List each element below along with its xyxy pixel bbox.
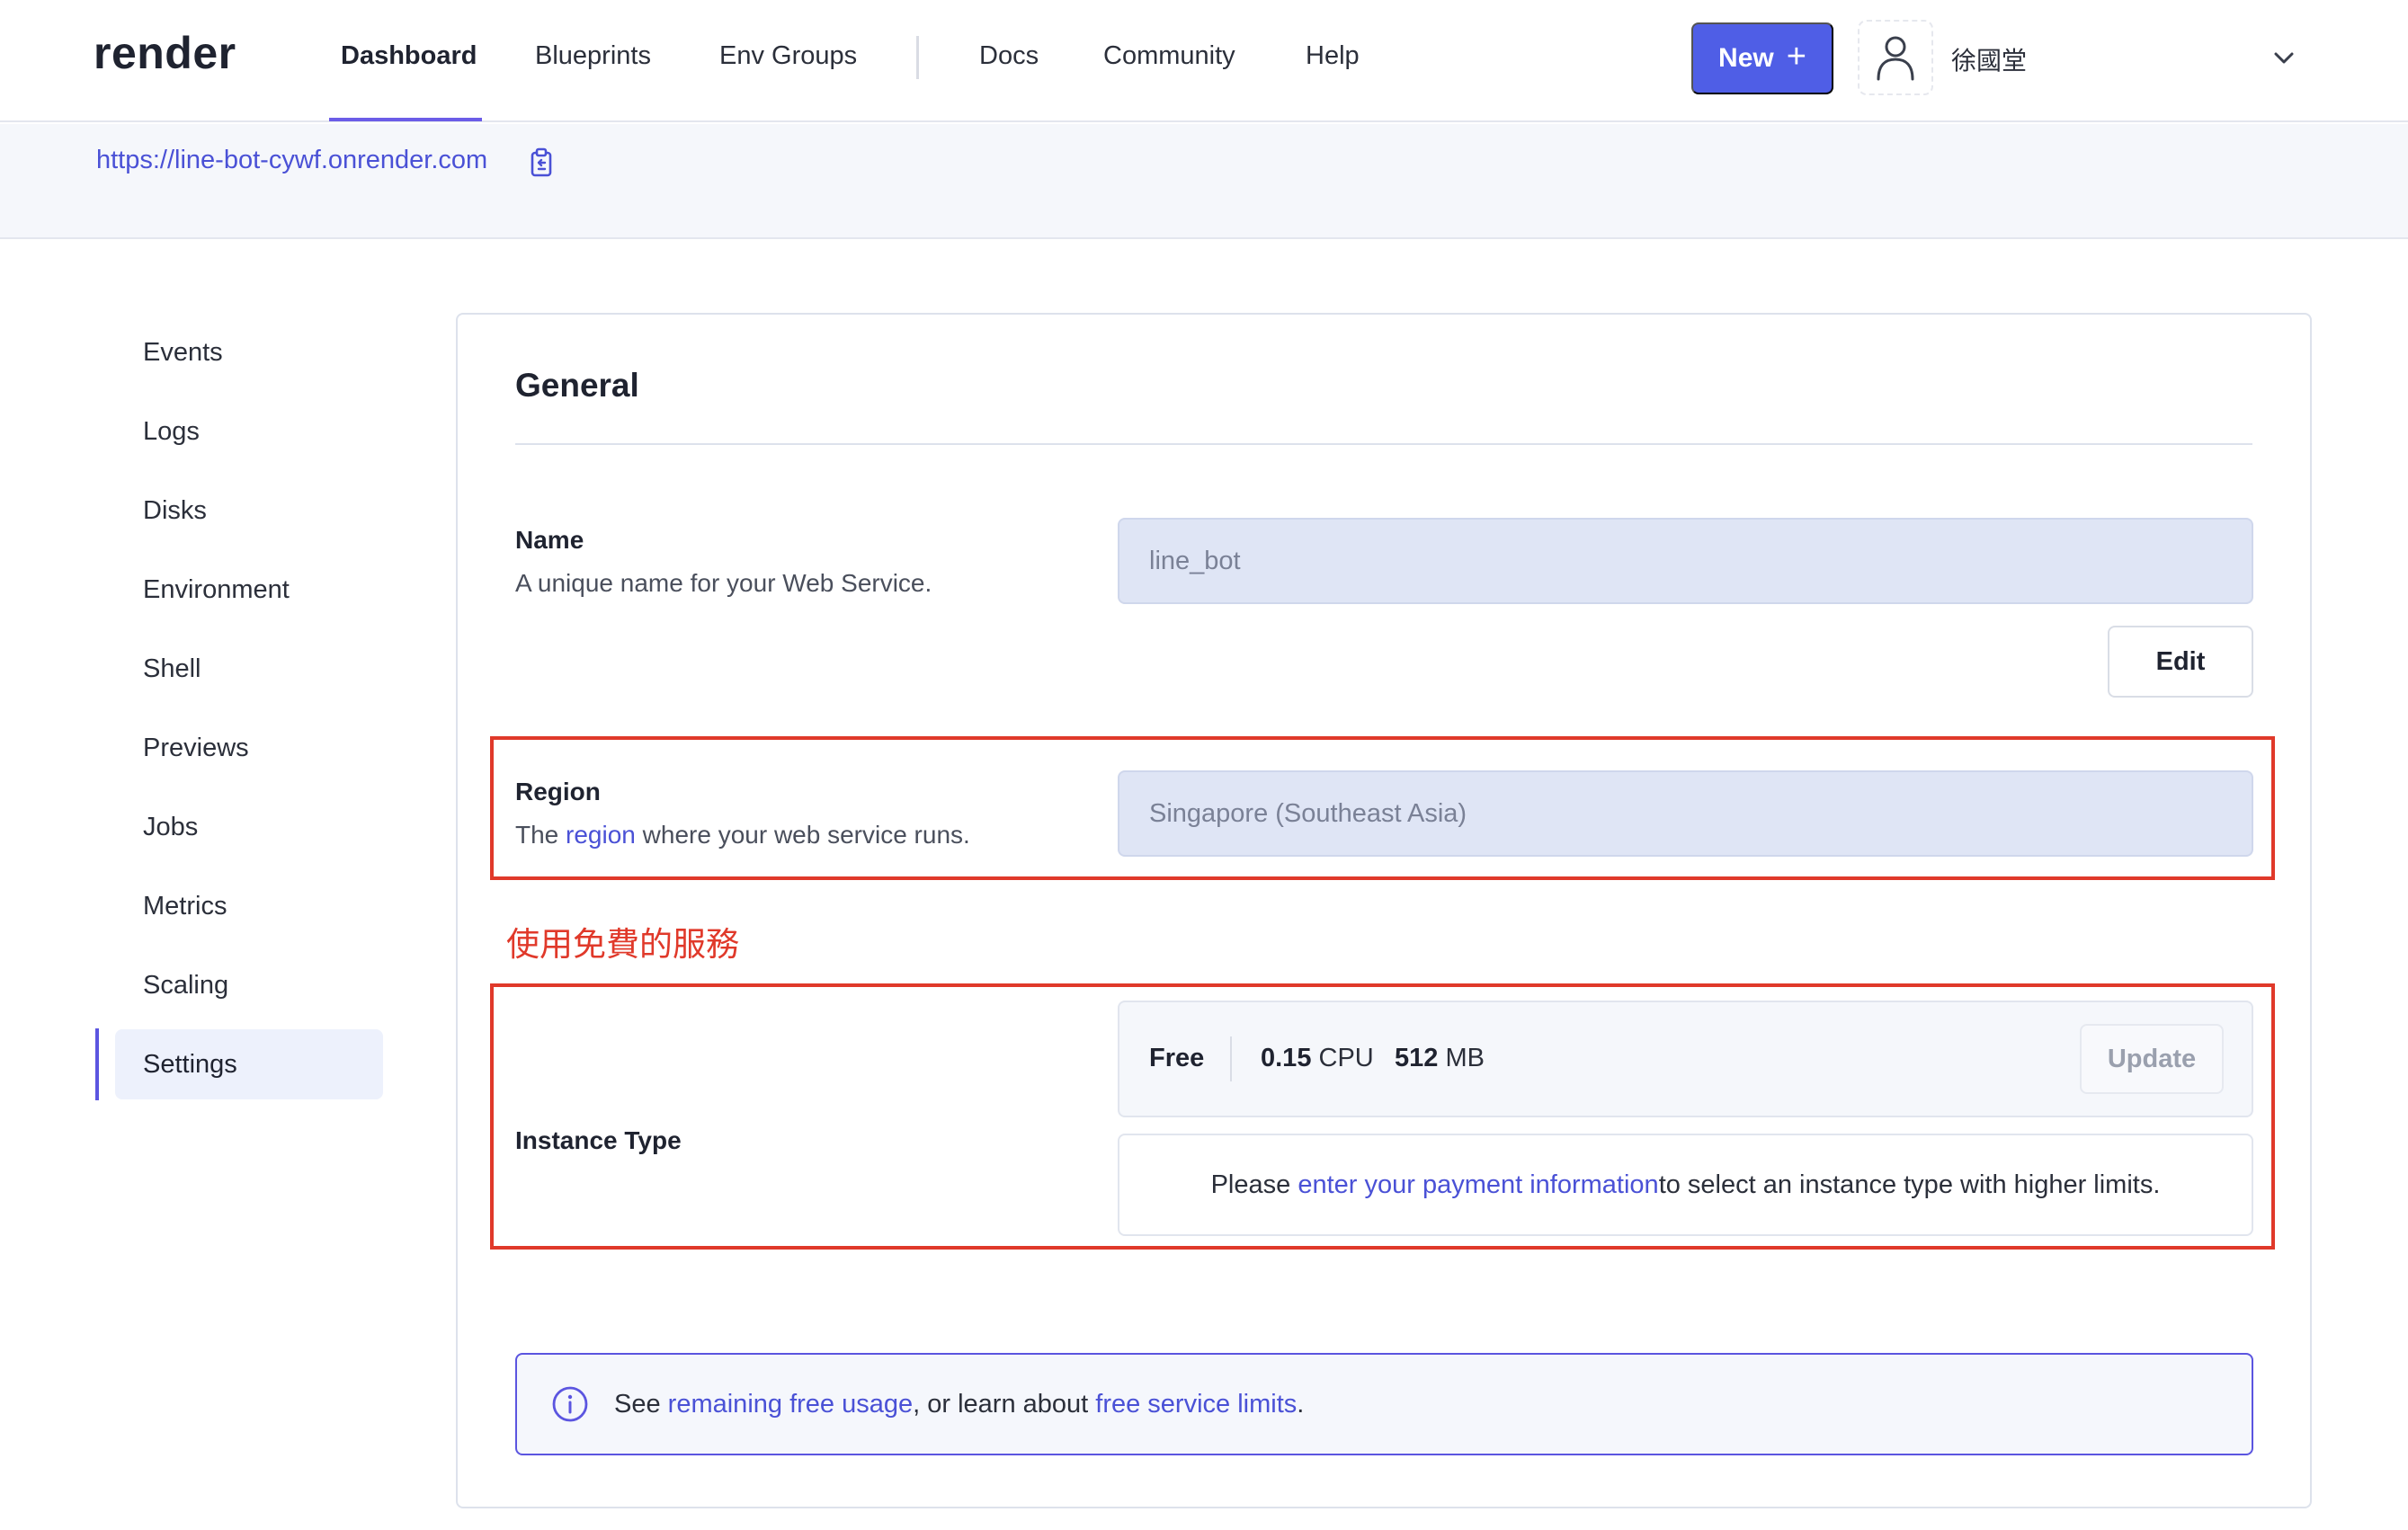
service-url-link[interactable]: https://line-bot-cywf.onrender.com [96,146,487,175]
name-field[interactable]: line_bot [1118,518,2253,604]
memory-value: 512 [1395,1044,1439,1072]
sidebar-item-metrics[interactable]: Metrics [115,871,383,941]
region-help-suffix: where your web service runs. [635,821,970,849]
section-divider [515,443,2252,445]
info-icon [552,1386,588,1422]
payment-suffix: to select an instance type with higher l… [1658,1170,2161,1199]
cpu-unit: CPU [1318,1044,1374,1072]
sidebar-item-scaling[interactable]: Scaling [115,950,383,1020]
free-service-limits-link[interactable]: free service limits [1095,1390,1297,1419]
chevron-down-icon[interactable] [2271,45,2297,70]
cpu-spec: 0.15 CPU [1261,1044,1374,1073]
sidebar-active-indicator [95,1028,99,1100]
free-usage-info: See remaining free usage, or learn about… [515,1353,2253,1455]
memory-unit: MB [1445,1044,1485,1072]
sidebar-item-settings[interactable]: Settings [115,1029,383,1099]
region-link[interactable]: region [566,821,636,849]
sidebar-item-logs[interactable]: Logs [115,396,383,467]
top-nav: render Dashboard Blueprints Env Groups D… [0,0,2408,122]
nav-link-docs[interactable]: Docs [979,41,1039,71]
sidebar-item-disks[interactable]: Disks [115,476,383,546]
nav-link-community[interactable]: Community [1103,41,1235,71]
edit-name-button[interactable]: Edit [2108,626,2253,698]
info-prefix: See [614,1389,661,1419]
nav-link-env-groups[interactable]: Env Groups [719,41,857,71]
nav-active-indicator [329,118,482,121]
plus-icon: + [1786,38,1806,76]
instance-type-card: Free 0.15 CPU 512 MB Update [1118,1001,2253,1117]
sidebar-item-events[interactable]: Events [115,317,383,387]
region-help: The region where your web service runs. [515,821,970,850]
nav-divider [916,36,919,79]
cpu-value: 0.15 [1261,1044,1312,1072]
sidebar-item-shell[interactable]: Shell [115,634,383,704]
remaining-free-usage-link[interactable]: remaining free usage [668,1390,913,1419]
region-field: Singapore (Southeast Asia) [1118,770,2253,857]
info-middle: , or learn about [913,1389,1089,1419]
sidebar-item-environment[interactable]: Environment [115,555,383,625]
section-title: General [515,367,639,404]
new-button[interactable]: New + [1691,22,1833,94]
new-button-label: New [1718,43,1774,73]
avatar[interactable] [1858,20,1933,95]
payment-info-link[interactable]: enter your payment information [1298,1170,1658,1200]
name-help: A unique name for your Web Service. [515,569,932,597]
nav-link-dashboard[interactable]: Dashboard [341,41,477,71]
info-suffix: . [1297,1389,1305,1419]
instance-type-label: Instance Type [515,1126,682,1154]
name-label: Name [515,526,584,554]
annotation-note: 使用免費的服務 [506,926,739,963]
render-logo[interactable]: render [94,27,236,79]
nav-link-help[interactable]: Help [1306,41,1360,71]
instance-tier: Free [1149,1044,1205,1072]
memory-spec: 512 MB [1395,1044,1485,1073]
payment-prefix: Please [1210,1170,1291,1199]
region-help-prefix: The [515,821,566,849]
account-name[interactable]: 徐國堂 [1951,41,2027,77]
user-icon [1877,36,1914,81]
service-url-strip: https://line-bot-cywf.onrender.com [0,124,2408,239]
update-instance-button[interactable]: Update [2080,1024,2224,1094]
tier-divider [1230,1036,1232,1081]
copy-icon[interactable] [528,147,555,178]
payment-note: Please enter your payment information to… [1118,1134,2253,1236]
region-label: Region [515,778,601,805]
nav-link-blueprints[interactable]: Blueprints [535,41,651,71]
sidebar-item-previews[interactable]: Previews [115,713,383,783]
general-settings-card [456,313,2312,1508]
sidebar-item-jobs[interactable]: Jobs [115,792,383,862]
